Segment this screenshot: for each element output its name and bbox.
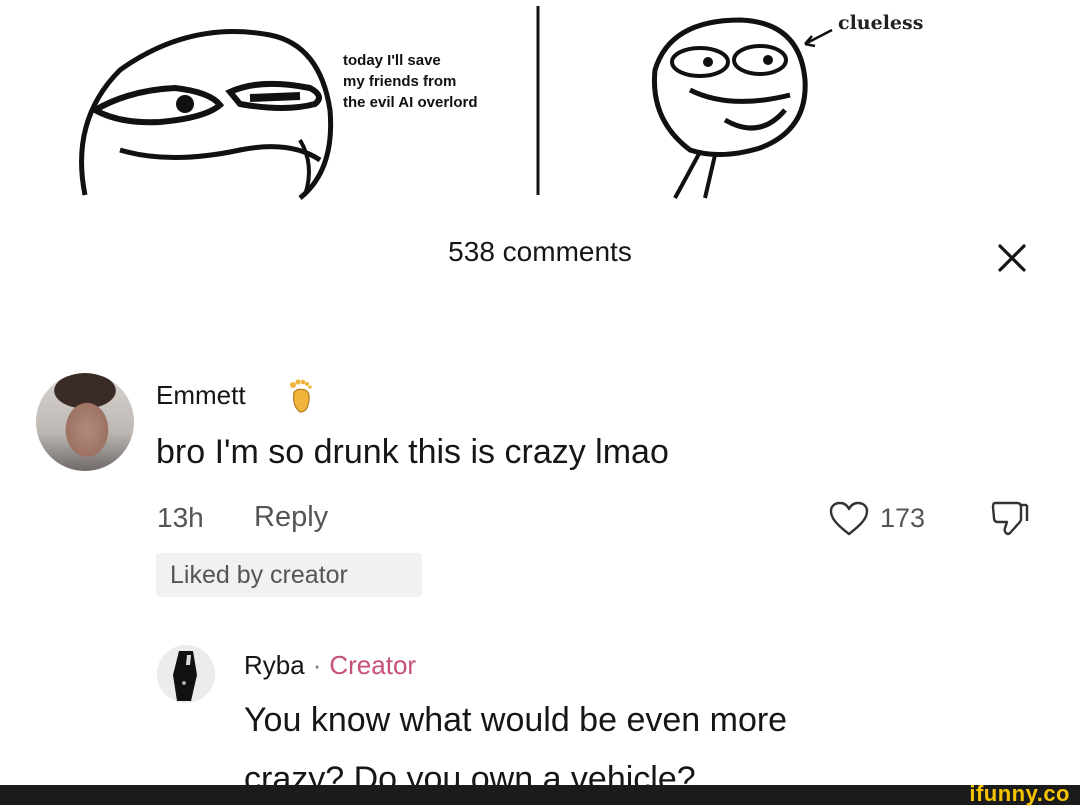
avatar[interactable]: [36, 373, 134, 471]
comment-timestamp: 13h: [157, 502, 204, 533]
heart-icon: [829, 501, 869, 536]
reply-button[interactable]: Reply: [254, 501, 328, 534]
comment-text: You know what would be even more: [244, 701, 788, 739]
avatar-image: [157, 645, 215, 703]
meme-label: clueless: [838, 12, 924, 34]
close-button[interactable]: [990, 238, 1034, 278]
meme-caption: today I'll save my friends from the evil…: [343, 50, 538, 113]
like-button[interactable]: [828, 500, 870, 543]
thumbs-down-icon: [991, 501, 1029, 536]
creator-tag: Creator: [329, 650, 417, 680]
liked-by-creator-badge: Liked by creator: [156, 553, 422, 597]
close-x-icon: [998, 244, 1026, 272]
comment-username[interactable]: Ryba: [244, 650, 305, 680]
comments-count: 538 comments: [448, 236, 632, 267]
separator-dot: ·: [312, 650, 322, 680]
meme-caption-line: my friends from: [343, 73, 457, 90]
meme-caption-line: the evil AI overlord: [343, 94, 478, 111]
dislike-button[interactable]: [990, 497, 1030, 544]
foot-emoji-icon: [288, 378, 314, 419]
comment-username[interactable]: Emmett: [156, 380, 246, 411]
reply-header: Ryba · Creator: [244, 650, 416, 681]
like-count: 173: [880, 503, 926, 533]
meme-image: today I'll save my friends from the evil…: [0, 0, 1080, 200]
meme-caption-line: today I'll save: [343, 52, 441, 69]
liked-by-creator-label: Liked by creator: [170, 561, 348, 589]
watermark-bar: ifunny.co: [0, 781, 1080, 806]
avatar[interactable]: [157, 645, 215, 703]
watermark: ifunny.co: [969, 781, 1070, 806]
comment-text: bro I'm so drunk this is crazy lmao: [156, 433, 669, 471]
